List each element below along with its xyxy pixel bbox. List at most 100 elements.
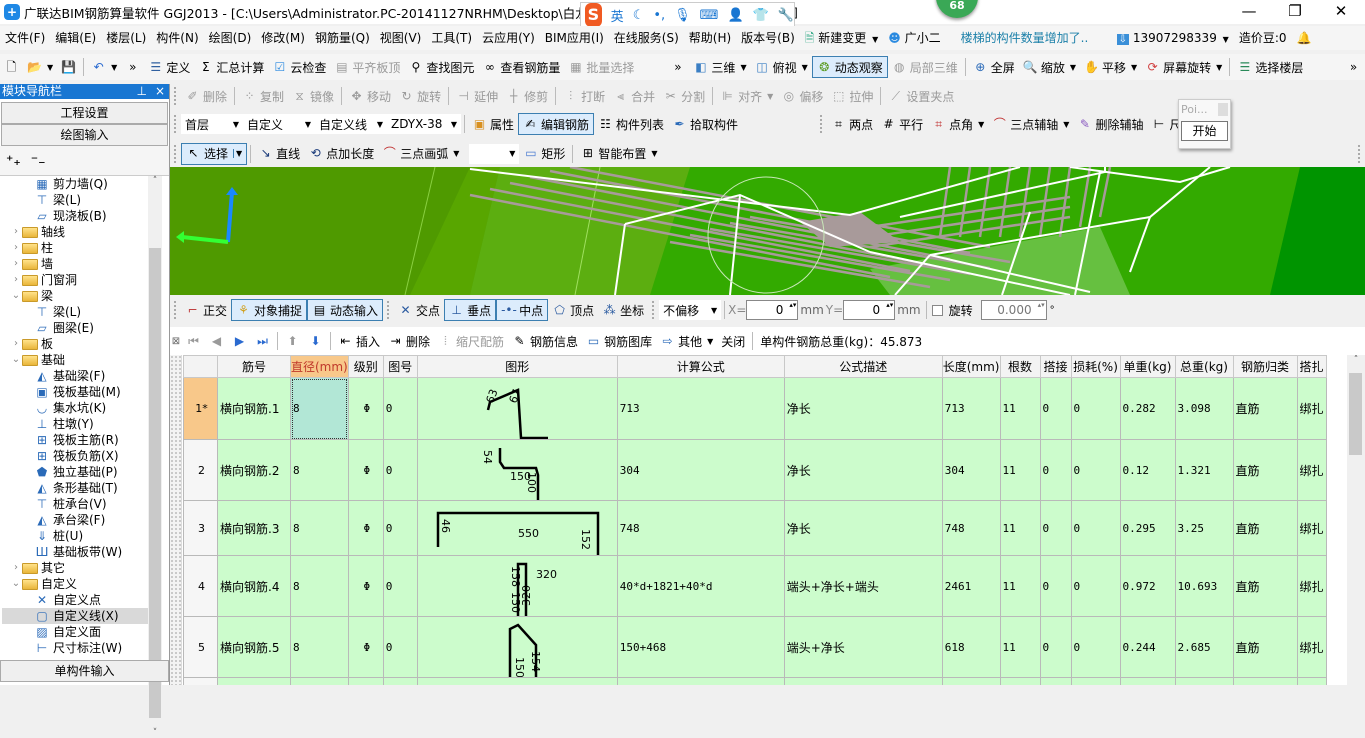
type-select[interactable]: 自定义 ▼ — [243, 114, 315, 134]
start-button[interactable]: 开始 — [1181, 121, 1228, 141]
tree-item[interactable]: ▱ 现浇板(B) — [2, 208, 148, 224]
tab-single-component-input[interactable]: 单构件输入 — [0, 660, 169, 682]
diameter-cell[interactable]: 8 — [290, 616, 349, 678]
tree-item[interactable]: ▣ 筏板基础(M) — [2, 384, 148, 400]
toolbar-grip[interactable] — [174, 301, 177, 319]
delete-row-button[interactable]: ⇥ 删除 — [384, 330, 434, 352]
chevron-down-icon[interactable]: ⌄ — [10, 288, 22, 304]
find-element-button[interactable]: ⚲ 查找图元 — [404, 56, 478, 78]
overflow-button-2[interactable]: » — [666, 56, 689, 78]
menu-view[interactable]: 视图(V) — [375, 27, 427, 49]
header-grade[interactable]: 级别 — [347, 355, 384, 378]
dynamic-input-toggle[interactable]: ▤ 动态输入 — [307, 299, 384, 321]
count-cell[interactable]: 11 — [999, 616, 1041, 678]
empty-cell[interactable] — [217, 677, 291, 685]
point-angle-axis-button[interactable]: ⌗ 点角 ▼ — [927, 113, 988, 135]
ime-toolbar[interactable]: S 英 ☾ •, 🎙 ⌨ 👤 👕 🔧 — [580, 2, 795, 28]
count-cell[interactable]: 11 — [999, 555, 1041, 617]
loss-cell[interactable]: 0 — [1070, 439, 1121, 501]
tree-item[interactable]: › 墙 — [2, 256, 148, 272]
tab-project-settings[interactable]: 工程设置 — [1, 102, 168, 124]
toolbar-grip[interactable] — [387, 301, 390, 319]
unit-weight-cell[interactable]: 0.295 — [1119, 500, 1176, 556]
collapse-all-icon[interactable]: ⁻₋ — [31, 153, 46, 169]
top-view-button[interactable]: ◫ 俯视 ▼ — [751, 56, 812, 78]
empty-cell[interactable] — [941, 677, 1001, 685]
tree-item[interactable]: › 其它 — [2, 560, 148, 576]
insert-row-button[interactable]: ⇤ 插入 — [334, 330, 384, 352]
mic-icon[interactable]: 🎙 — [674, 8, 691, 23]
chevron-right-icon[interactable]: › — [10, 560, 22, 576]
tie-cell[interactable]: 绑扎 — [1296, 500, 1327, 556]
pick-component-button[interactable]: ✒ 拾取构件 — [668, 113, 742, 135]
merge-button[interactable]: ⫷ 合并 — [609, 85, 659, 107]
pan-button[interactable]: ✋ 平移 ▼ — [1080, 56, 1141, 78]
rotate-input[interactable]: 0.000 — [980, 300, 1047, 320]
sidebar-close-icon[interactable]: × — [155, 84, 165, 99]
chevron-down-icon[interactable]: ▼ — [872, 35, 878, 44]
punct-icon[interactable]: •, — [653, 8, 665, 23]
lap-cell[interactable]: 0 — [1039, 439, 1072, 501]
tree-item[interactable]: ◭ 条形基础(T) — [2, 480, 148, 496]
object-snap-toggle[interactable]: ⚘ 对象捕捉 — [231, 299, 308, 321]
toolbar-grip[interactable] — [1358, 144, 1361, 163]
chevron-right-icon[interactable]: › — [10, 272, 22, 288]
new-file-button[interactable]: 🗋 — [0, 56, 23, 78]
category-cell[interactable]: 直筋 — [1232, 616, 1298, 678]
other-button[interactable]: ⇨ 其他 ▼ — [656, 330, 717, 352]
3d-scene[interactable] — [170, 167, 1365, 295]
menu-modify[interactable]: 修改(M) — [256, 27, 310, 49]
formula-cell[interactable]: 713 — [616, 377, 785, 440]
length-cell[interactable]: 618 — [941, 616, 1001, 678]
category-cell[interactable]: 直筋 — [1232, 500, 1298, 556]
overflow-button[interactable]: » — [121, 56, 144, 78]
unit-weight-cell[interactable]: 0.12 — [1119, 439, 1176, 501]
tree-item[interactable]: ⊤ 梁(L) — [2, 304, 148, 320]
tree-item[interactable]: ▱ 圈梁(E) — [2, 320, 148, 336]
tree-item[interactable]: ✕ 自定义点 — [2, 592, 148, 608]
cloud-check-button[interactable]: ☑ 云检查 — [268, 56, 330, 78]
header-formula[interactable]: 计算公式 — [616, 355, 785, 378]
select-floor-button[interactable]: ☰ 选择楼层 — [1233, 56, 1307, 78]
header-shape[interactable]: 图形 — [416, 355, 618, 378]
unit-weight-cell[interactable]: 0.244 — [1119, 616, 1176, 678]
empty-cell[interactable] — [1296, 677, 1327, 685]
row-number[interactable]: 1* — [183, 377, 218, 440]
save-button[interactable]: 💾 — [57, 56, 80, 78]
rotate-button[interactable]: ↻ 旋转 — [395, 85, 445, 107]
offset-mode-select[interactable]: 不偏移 ▼ — [659, 300, 722, 320]
extend-button[interactable]: ⊣ 延伸 — [452, 85, 502, 107]
empty-cell[interactable] — [1232, 677, 1298, 685]
chevron-right-icon[interactable]: › — [10, 224, 22, 240]
tree-item[interactable]: ⇓ 桩(U) — [2, 528, 148, 544]
scroll-up-icon[interactable]: ˄ — [148, 176, 162, 186]
x-input[interactable]: 0 — [746, 300, 799, 320]
table-row[interactable]: 4 横向钢筋.4 8 Φ 0 158 320 150 320 40*d+1821+40*d 端头+净… — [183, 555, 1327, 617]
scroll-down-icon[interactable]: ˅ — [148, 728, 162, 738]
panel-grip[interactable] — [170, 355, 182, 685]
tree-item[interactable]: ⌄ 梁 — [2, 288, 148, 304]
header-formula-desc[interactable]: 公式描述 — [783, 355, 943, 378]
empty-cell[interactable] — [183, 677, 218, 685]
tree-item[interactable]: ⊞ 筏板负筋(X) — [2, 448, 148, 464]
tie-cell[interactable]: 绑扎 — [1296, 616, 1327, 678]
count-cell[interactable]: 11 — [999, 377, 1041, 440]
header-unit-weight[interactable]: 单重(kg) — [1119, 355, 1176, 378]
arc-mode-select[interactable]: ▼ — [469, 143, 520, 164]
overflow-button-3[interactable]: » — [1342, 56, 1365, 78]
tree-item[interactable]: ⊢ 尺寸标注(W) — [2, 640, 148, 656]
bar-no-cell[interactable]: 横向钢筋.4 — [217, 555, 291, 617]
3d-view-button[interactable]: ◧ 三维 ▼ — [689, 56, 750, 78]
menu-bim[interactable]: BIM应用(I) — [540, 27, 609, 49]
lap-cell[interactable]: 0 — [1039, 500, 1072, 556]
view-rebar-qty-button[interactable]: ∞ 查看钢筋量 — [478, 56, 564, 78]
menu-help[interactable]: 帮助(H) — [684, 27, 736, 49]
diameter-cell[interactable]: 8 — [290, 500, 349, 556]
header-bar-no[interactable]: 筋号 — [217, 355, 291, 378]
scroll-up-icon[interactable]: ˄ — [1347, 355, 1365, 365]
define-button[interactable]: ☰ 定义 — [144, 56, 194, 78]
next-record-button[interactable]: ▶ — [228, 330, 251, 352]
table-scrollbar[interactable]: ˄ — [1347, 355, 1365, 685]
notice-marquee[interactable]: 楼梯的构件数量增加了.. — [956, 27, 1106, 49]
shape-cell[interactable]: 54 150 100 — [416, 439, 618, 501]
